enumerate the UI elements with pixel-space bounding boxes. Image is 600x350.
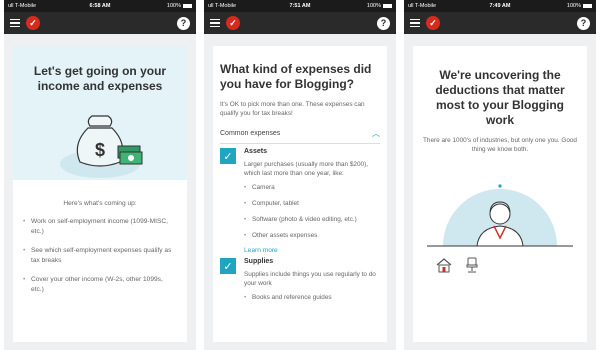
list-item: Work on self-employment income (1099-MIS…	[23, 217, 177, 237]
list-item: Cover your other income (W-2s, other 109…	[23, 275, 177, 295]
hamburger-icon[interactable]	[10, 18, 20, 28]
clock: 7:51 AM	[289, 3, 311, 9]
help-icon[interactable]: ?	[377, 16, 390, 30]
assets-checkbox[interactable]: ✓	[220, 148, 236, 164]
list-item: Other assets expenses	[244, 231, 380, 240]
screen-uncovering-deductions: ull T-Mobile 7:49 AM 100% ✓ ? We're unco…	[404, 0, 596, 350]
supplies-checkbox[interactable]: ✓	[220, 258, 236, 274]
page-subtitle: It's OK to pick more than one. These exp…	[220, 101, 365, 117]
group-description: Supplies include things you use regularl…	[244, 271, 376, 287]
content-card: Let's get going on your income and expen…	[13, 46, 187, 342]
checkmark-icon: ✓	[223, 260, 233, 273]
status-bar: ull T-Mobile 6:58 AM 100%	[4, 0, 196, 12]
status-bar: ull T-Mobile 7:49 AM 100%	[404, 0, 596, 12]
checkmark-logo-icon[interactable]: ✓	[26, 16, 40, 30]
list-item: Computer, tablet	[244, 199, 380, 208]
page-title: Let's get going on your income and expen…	[33, 64, 167, 93]
status-bar: ull T-Mobile 7:51 AM 100%	[204, 0, 396, 12]
screen-income-intro: ull T-Mobile 6:58 AM 100% ✓ ? Let's get …	[4, 0, 196, 350]
industry-icons	[435, 256, 479, 274]
hamburger-icon[interactable]	[410, 18, 420, 28]
expense-group-supplies: ✓ Supplies Supplies include things you u…	[213, 254, 387, 309]
coming-up-list: Work on self-employment income (1099-MIS…	[13, 217, 187, 295]
learn-more-link[interactable]: Learn more	[213, 247, 387, 254]
checkmark-logo-icon[interactable]: ✓	[226, 16, 240, 30]
chair-icon	[466, 257, 478, 273]
top-nav: ✓ ?	[4, 12, 196, 34]
hamburger-icon[interactable]	[210, 18, 220, 28]
page-title: What kind of expenses did you have for B…	[220, 62, 372, 91]
top-nav: ✓ ?	[404, 12, 596, 34]
content-card: What kind of expenses did you have for B…	[213, 46, 387, 342]
list-item: Camera	[244, 183, 380, 192]
clock: 7:49 AM	[489, 3, 511, 9]
supplies-examples: Books and reference guides	[244, 293, 380, 302]
group-description: Larger purchases (usually more than $200…	[244, 161, 368, 177]
page-title: We're uncovering the deductions that mat…	[435, 68, 565, 127]
welcome-banner: Let's get going on your income and expen…	[13, 46, 187, 180]
checkmark-logo-icon[interactable]: ✓	[426, 16, 440, 30]
checkmark-icon: ✓	[223, 150, 233, 163]
clock: 6:58 AM	[89, 3, 111, 9]
list-item: Software (photo & video editing, etc.)	[244, 215, 380, 224]
list-item: Books and reference guides	[244, 293, 380, 302]
section-label: Common expenses	[220, 130, 281, 137]
common-expenses-header[interactable]: Common expenses ︿	[213, 118, 387, 139]
money-bag-illustration: $	[60, 115, 143, 178]
group-title: Assets	[244, 148, 267, 155]
house-icon	[436, 258, 452, 273]
screen-expense-types: ull T-Mobile 7:51 AM 100% ✓ ? What kind …	[204, 0, 396, 350]
list-item: See which self-employment expenses quali…	[23, 246, 177, 266]
content-card: We're uncovering the deductions that mat…	[413, 46, 587, 342]
top-nav: ✓ ?	[204, 12, 396, 34]
intro-text: Here's what's coming up:	[63, 200, 137, 207]
svg-text:$: $	[95, 140, 105, 160]
page-subtitle: There are 1000's of industries, but only…	[423, 137, 577, 153]
group-title: Supplies	[244, 258, 274, 265]
help-icon[interactable]: ?	[577, 16, 590, 30]
expense-group-assets: ✓ Assets Larger purchases (usually more …	[213, 144, 387, 247]
person-illustration	[427, 184, 573, 247]
assets-examples: Camera Computer, tablet Software (photo …	[244, 183, 380, 240]
chevron-up-icon[interactable]: ︿	[372, 128, 380, 139]
help-icon[interactable]: ?	[177, 16, 190, 30]
